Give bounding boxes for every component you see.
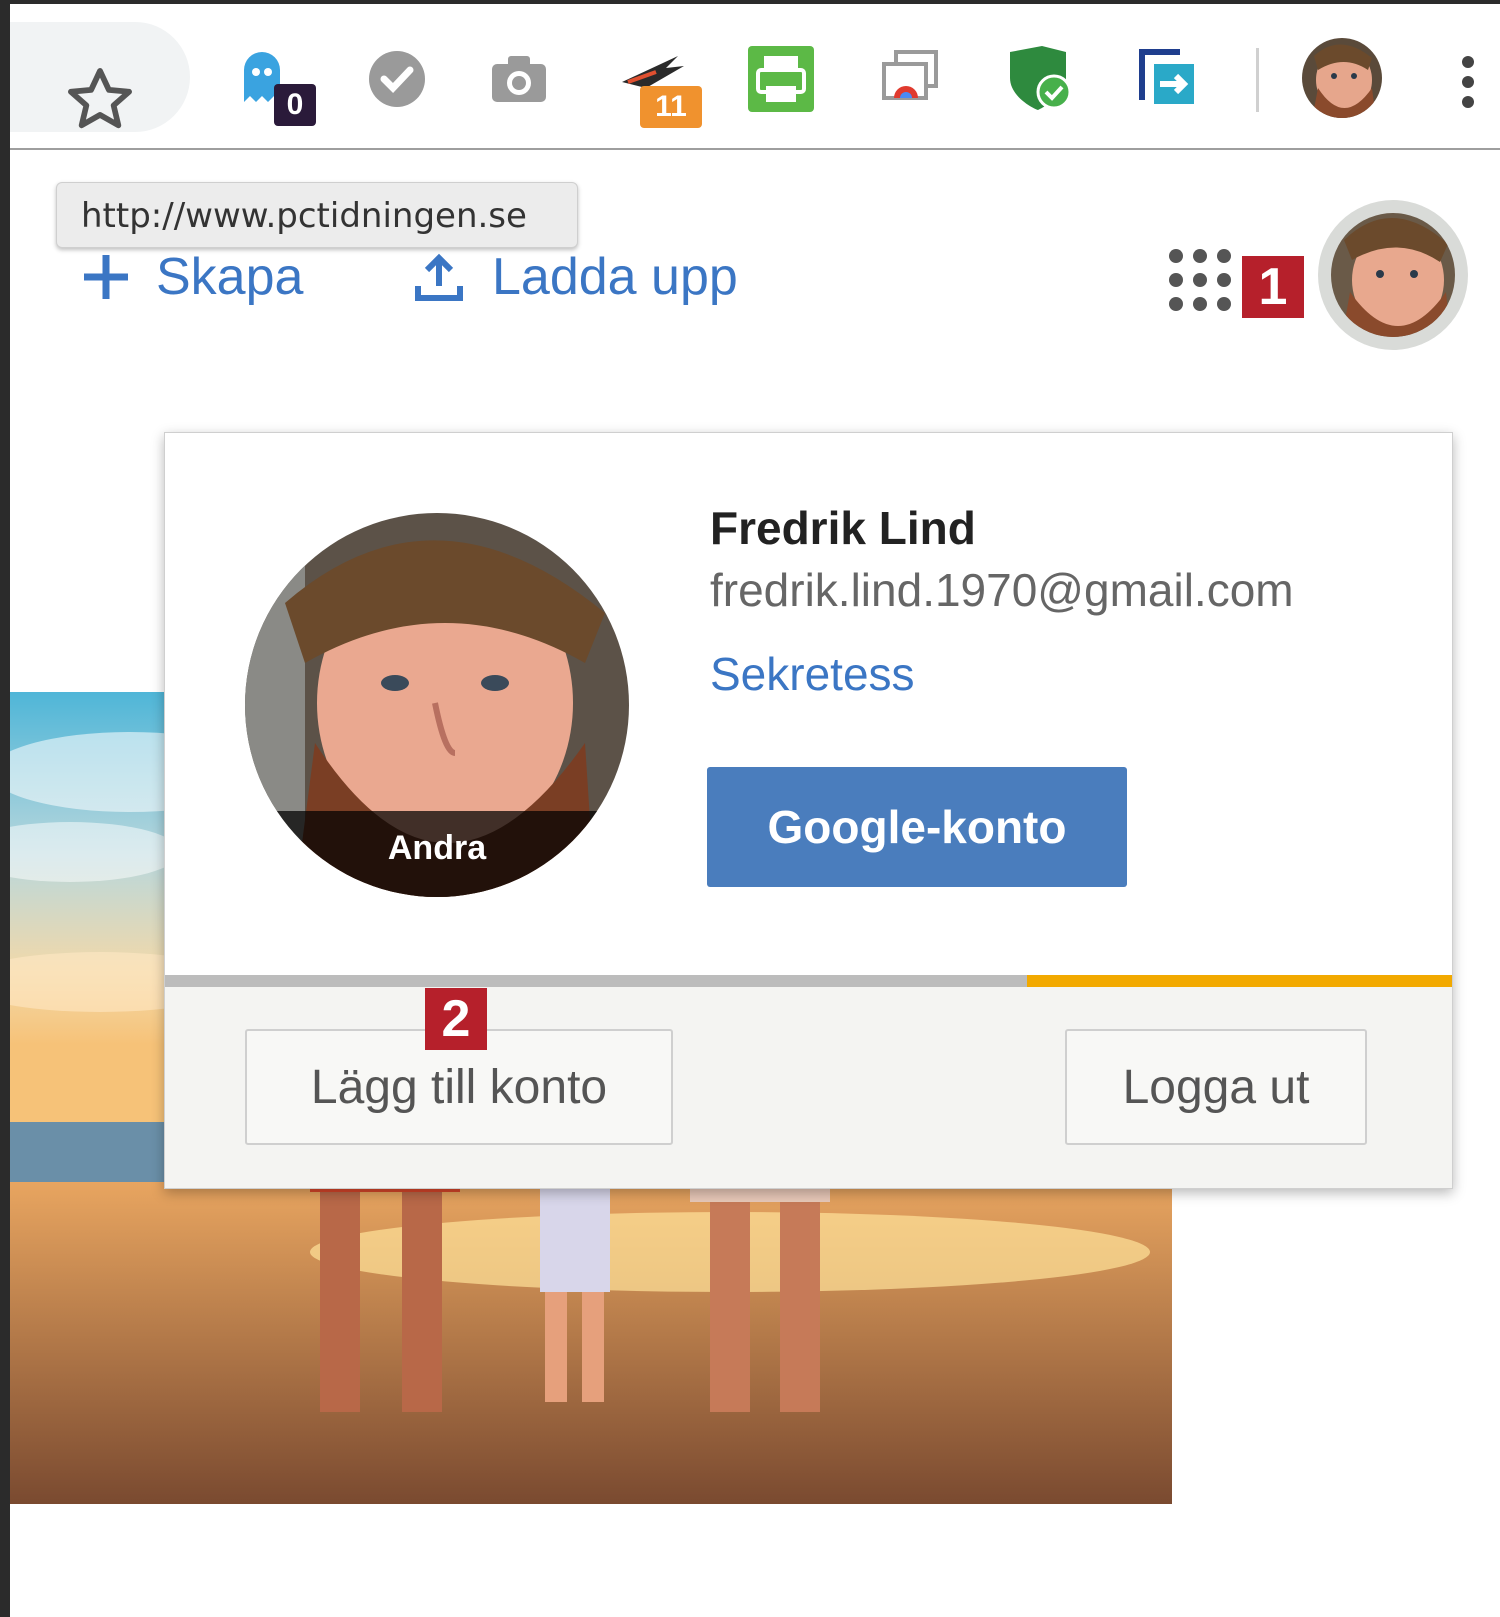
url-tooltip: http://www.pctidningen.se xyxy=(56,182,578,248)
upload-icon xyxy=(415,253,463,301)
account-popup: Andra Fredrik Lind fredrik.lind.1970@gma… xyxy=(164,432,1453,1189)
google-account-button[interactable]: Google-konto xyxy=(707,767,1127,887)
create-button[interactable]: Skapa xyxy=(80,242,303,312)
sign-out-button[interactable]: Logga ut xyxy=(1065,1029,1367,1145)
apps-grid-icon[interactable] xyxy=(1166,246,1234,314)
privacy-link[interactable]: Sekretess xyxy=(710,647,915,701)
loading-progress-bar xyxy=(165,975,1452,987)
loading-progress-fill xyxy=(1027,975,1452,987)
create-label: Skapa xyxy=(156,248,304,306)
account-name: Fredrik Lind xyxy=(710,502,976,554)
change-photo-label[interactable]: Andra xyxy=(245,829,629,868)
camera-extension-icon[interactable] xyxy=(482,42,556,116)
share-extension-icon[interactable] xyxy=(1130,42,1204,116)
kebab-menu-icon[interactable] xyxy=(1460,52,1476,112)
upload-label: Ladda upp xyxy=(492,248,738,306)
toolbar-divider xyxy=(1256,48,1259,112)
account-email: fredrik.lind.1970@gmail.com xyxy=(710,564,1294,616)
account-popup-footer: Lägg till konto Logga ut xyxy=(165,987,1452,1188)
tabs-extension-icon[interactable] xyxy=(872,42,946,116)
upload-button[interactable]: Ladda upp xyxy=(412,242,738,312)
ghostery-extension-icon[interactable]: 0 xyxy=(232,42,316,126)
print-extension-icon[interactable] xyxy=(744,42,818,116)
check-extension-icon[interactable] xyxy=(360,42,434,116)
star-icon[interactable] xyxy=(62,62,138,138)
plus-icon xyxy=(84,255,128,299)
step-marker-1: 1 xyxy=(1242,256,1304,318)
extension-badge: 11 xyxy=(640,86,702,128)
plane-extension-icon[interactable]: 11 xyxy=(616,42,702,128)
account-avatar-button[interactable] xyxy=(1318,200,1468,350)
step-marker-2: 2 xyxy=(425,988,487,1050)
browser-toolbar: 0 11 xyxy=(0,4,1500,150)
address-bar-end[interactable] xyxy=(0,22,190,132)
shield-extension-icon[interactable] xyxy=(1002,42,1076,116)
profile-avatar-button[interactable] xyxy=(1300,36,1384,120)
ghostery-badge: 0 xyxy=(274,84,316,126)
profile-photo[interactable]: Andra xyxy=(245,513,629,897)
